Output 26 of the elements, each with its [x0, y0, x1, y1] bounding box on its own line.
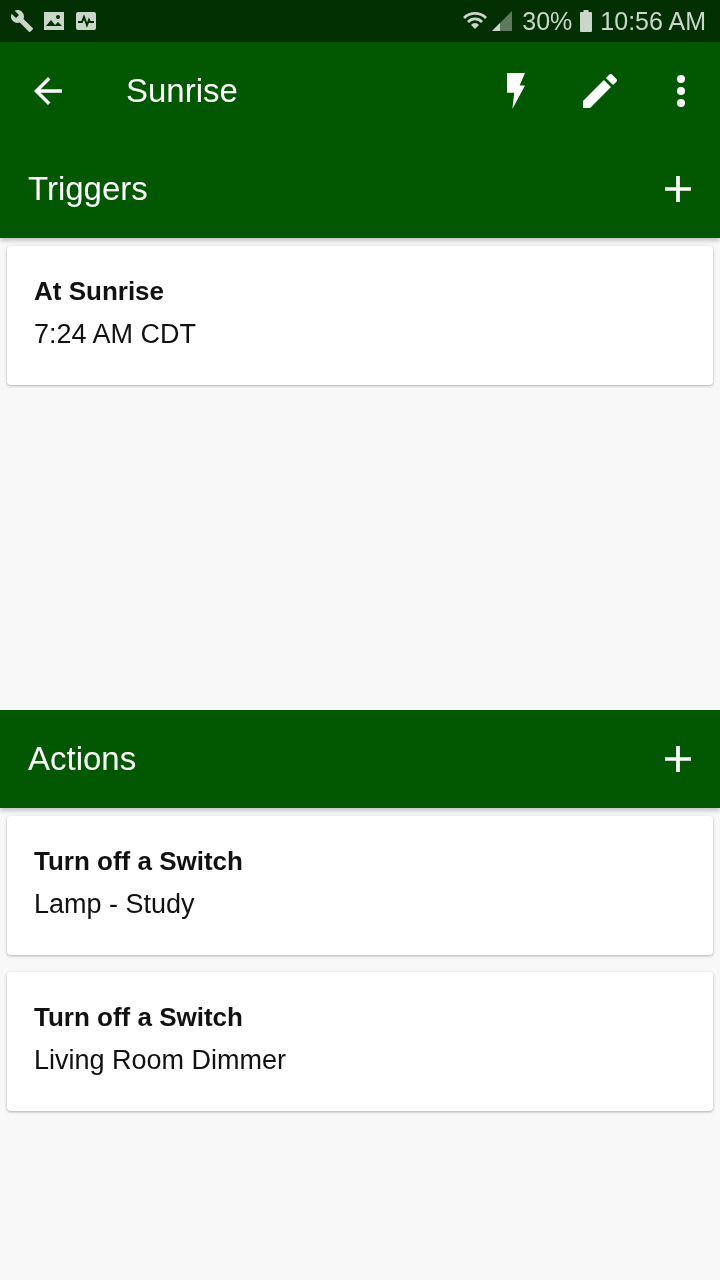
- lightning-icon: [507, 73, 525, 109]
- card-subtitle: Living Room Dimmer: [34, 1045, 287, 1076]
- card-subtitle: 7:24 AM CDT: [34, 319, 197, 350]
- section-title: Triggers: [28, 170, 148, 208]
- list-card[interactable]: Turn off a Switch Living Room Dimmer: [7, 972, 713, 1111]
- card-title: At Sunrise: [34, 276, 165, 307]
- plus-icon: [665, 746, 691, 772]
- activity-icon: [74, 9, 98, 33]
- wrench-icon: [10, 9, 34, 33]
- list-card[interactable]: Turn off a Switch Lamp - Study: [7, 816, 713, 955]
- plus-icon: [665, 176, 691, 202]
- card-subtitle: Lamp - Study: [34, 889, 195, 920]
- section-title: Actions: [28, 740, 137, 778]
- more-vertical-icon: [677, 75, 685, 107]
- pencil-icon: [583, 74, 617, 108]
- back-arrow-icon: [34, 77, 62, 105]
- battery-icon: [580, 10, 593, 32]
- wifi-icon: [462, 10, 489, 32]
- image-icon: [42, 9, 66, 33]
- card-title: Turn off a Switch: [34, 1002, 243, 1033]
- clock: 10:56 AM: [600, 6, 706, 36]
- battery-percent: 30%: [522, 6, 573, 36]
- card-title: Turn off a Switch: [34, 846, 243, 877]
- list-card[interactable]: At Sunrise 7:24 AM CDT: [7, 246, 713, 385]
- signal-icon: [492, 11, 513, 31]
- screen-title: Sunrise: [126, 72, 239, 110]
